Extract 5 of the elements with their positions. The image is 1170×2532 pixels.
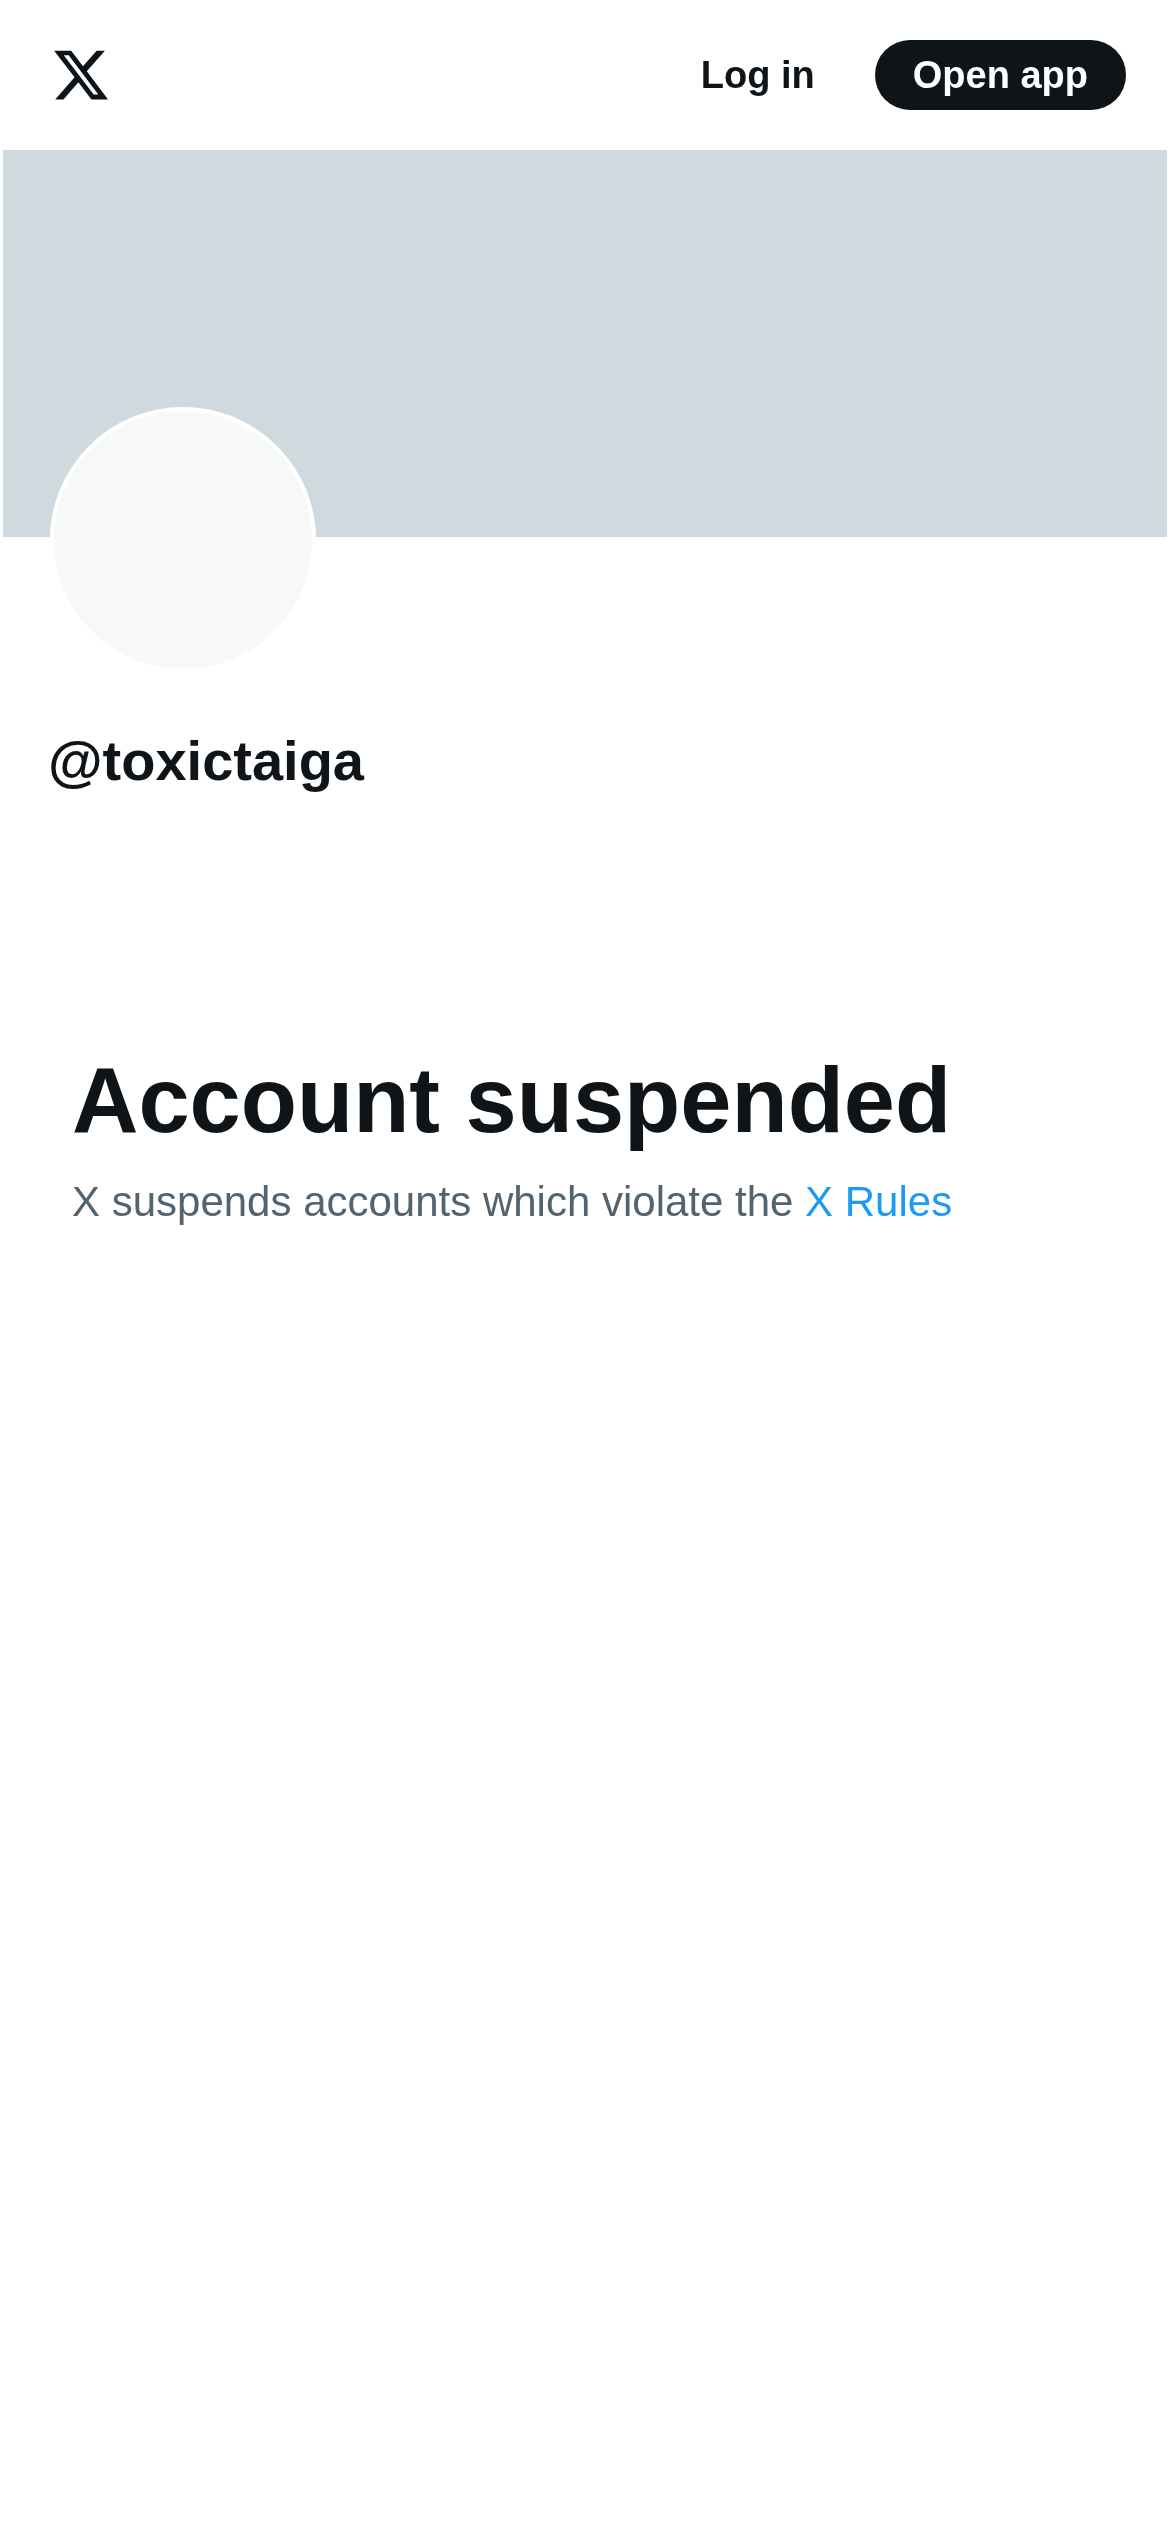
profile-handle: @toxictaiga xyxy=(48,729,364,792)
open-app-button[interactable]: Open app xyxy=(874,40,1126,110)
suspension-message: X suspends accounts which violate the X Rules xyxy=(72,1177,954,1227)
login-link[interactable]: Log in xyxy=(700,46,815,104)
suspension-title: Account suspended xyxy=(72,1048,953,1153)
